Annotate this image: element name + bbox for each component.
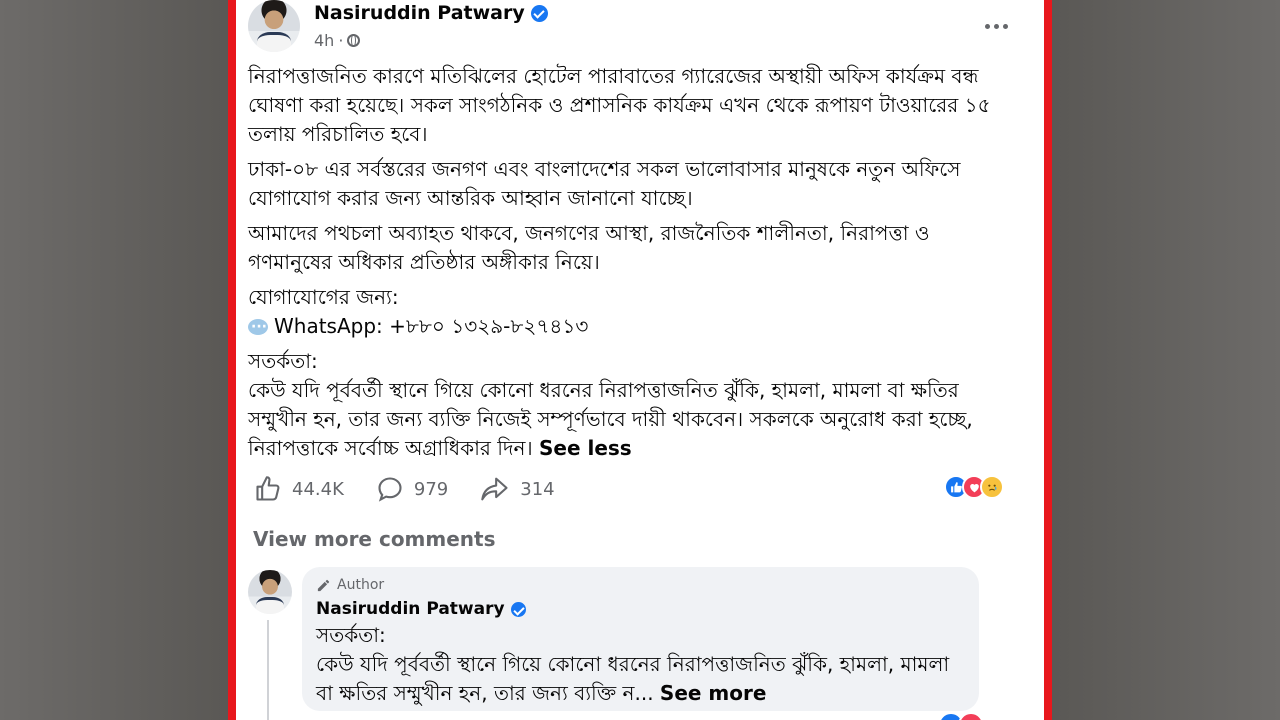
author-name[interactable]: Nasiruddin Patwary — [314, 2, 525, 24]
share-button[interactable]: 314 — [480, 475, 555, 503]
verified-icon — [530, 4, 548, 22]
see-more-link[interactable]: See more — [660, 681, 767, 705]
see-less-link[interactable]: See less — [539, 436, 632, 460]
verified-icon — [510, 601, 526, 617]
reaction-summary[interactable] — [944, 475, 1004, 499]
share-count: 314 — [520, 478, 555, 500]
thread-line — [267, 620, 269, 720]
author-tag: Author — [316, 577, 965, 593]
comment-button[interactable]: 979 — [376, 475, 448, 503]
speech-bubble-icon — [248, 313, 268, 342]
pencil-icon — [317, 579, 330, 591]
caution-heading: সতর্কতা: — [248, 349, 318, 373]
more-options-button[interactable] — [978, 14, 1014, 38]
post-paragraph: আমাদের পথচলা অব্যাহত থাকবে, জনগণের আস্থা… — [248, 221, 930, 274]
like-icon — [256, 476, 280, 501]
post-meta: 4h · — [314, 31, 361, 50]
comment-count: 979 — [413, 478, 449, 500]
share-icon — [481, 477, 508, 501]
like-button[interactable]: 44.4K — [254, 475, 344, 503]
comment-author-name[interactable]: Nasiruddin Patwary — [316, 599, 505, 619]
action-bar: 44.4K 979 314 — [254, 474, 587, 504]
background-right — [1052, 0, 1280, 720]
post-body: নিরাপত্তাজনিত কারণে মতিঝিলের হোটেল পারাব… — [248, 62, 1018, 463]
comment-bubble: Author Nasiruddin Patwary সতর্কতা: কেউ য… — [302, 567, 979, 711]
background-left — [0, 0, 228, 720]
contact-heading: যোগাযোগের জন্য: — [248, 285, 399, 309]
comment-text: কেউ যদি পূর্ববর্তী স্থানে গিয়ে কোনো ধরন… — [316, 652, 950, 705]
author-avatar[interactable] — [248, 0, 300, 52]
view-more-comments-link[interactable]: View more comments — [253, 527, 496, 551]
post-paragraph: নিরাপত্তাজনিত কারণে মতিঝিলের হোটেল পারাব… — [248, 64, 991, 146]
author-name-row: Nasiruddin Patwary — [314, 2, 548, 24]
post-paragraph: ঢাকা-০৮ এর সর্বস্তরের জনগণ এবং বাংলাদেশে… — [248, 157, 961, 210]
caution-text-wrap: কেউ যদি পূর্ববর্তী স্থানে গিয়ে কোনো ধরন… — [248, 376, 1018, 463]
author-tag-label: Author — [337, 577, 385, 593]
like-count: 44.4K — [292, 478, 344, 500]
comment-text-wrap: কেউ যদি পূর্ববর্তী স্থানে গিয়ে কোনো ধরন… — [316, 650, 965, 708]
post-time[interactable]: 4h — [314, 31, 334, 50]
sad-reaction-icon — [980, 475, 1004, 499]
comment-heading: সতর্কতা: — [316, 623, 386, 647]
whatsapp-number: WhatsApp: +৮৮০ ১৩২৯-৮২৭৪১৩ — [274, 314, 589, 338]
meta-separator: · — [338, 31, 344, 50]
comment-reactions-partial — [938, 712, 984, 720]
commenter-avatar[interactable] — [248, 570, 292, 614]
more-icon — [984, 23, 990, 29]
comment-icon — [378, 477, 402, 502]
facebook-post: Nasiruddin Patwary 4h · নিরাপত্তাজনিত কা… — [236, 0, 1044, 720]
whatsapp-line: WhatsApp: +৮৮০ ১৩২৯-৮২৭৪১৩ — [248, 312, 1018, 342]
comment-author-row: Nasiruddin Patwary — [316, 599, 965, 619]
globe-icon — [347, 34, 361, 47]
comment-body: সতর্কতা: কেউ যদি পূর্ববর্তী স্থানে গিয়ে… — [316, 621, 965, 708]
